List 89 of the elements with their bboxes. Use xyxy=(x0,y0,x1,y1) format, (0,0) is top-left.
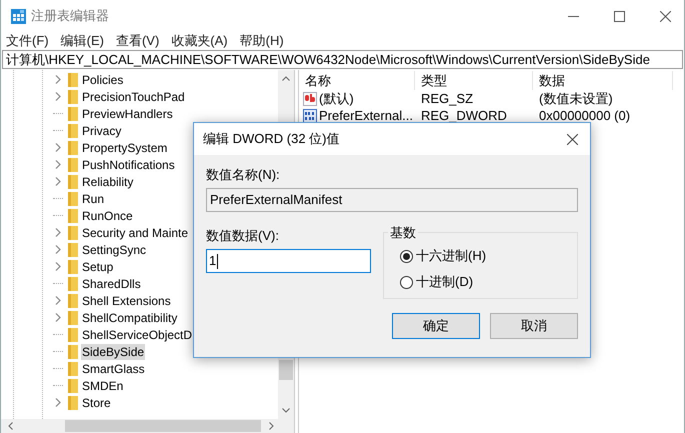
string-value-icon xyxy=(303,92,317,106)
horizontal-scrollbar[interactable] xyxy=(1,419,294,433)
tree-item[interactable]: SmartGlass xyxy=(81,360,146,376)
tree-item[interactable]: SMDEn xyxy=(81,378,124,394)
tree-item[interactable]: Run xyxy=(81,190,106,206)
binary-value-icon xyxy=(303,108,317,122)
menu-item[interactable]: 编辑(E) xyxy=(60,31,104,51)
folder-icon xyxy=(68,106,78,120)
folder-icon xyxy=(68,124,78,138)
column-header[interactable]: 数据 xyxy=(533,71,673,90)
tree-item[interactable]: RunOnce xyxy=(81,208,134,224)
scrollbar-thumb[interactable] xyxy=(279,360,293,380)
scroll-up-icon[interactable] xyxy=(282,76,290,81)
expand-chevron-icon[interactable] xyxy=(53,92,63,102)
folder-icon xyxy=(68,192,78,206)
tree-item[interactable]: SettingSync xyxy=(81,242,148,258)
folder-icon xyxy=(68,362,78,376)
folder-icon xyxy=(68,310,78,324)
folder-icon xyxy=(68,328,78,342)
column-header[interactable]: 名称 xyxy=(299,71,415,90)
dialog-button[interactable]: 确定 xyxy=(392,313,480,339)
registry-icon xyxy=(11,8,26,24)
value-name[interactable]: PreferExternal... xyxy=(319,106,413,126)
value-name[interactable]: (默认) xyxy=(319,88,354,108)
tree-item[interactable]: Privacy xyxy=(81,122,122,138)
expand-chevron-icon[interactable] xyxy=(53,74,63,84)
menu-item[interactable]: 查看(V) xyxy=(116,31,160,51)
folder-icon xyxy=(68,294,78,308)
tree-item[interactable]: PropertySystem xyxy=(81,140,168,156)
folder-icon xyxy=(68,158,78,172)
scroll-left-icon[interactable] xyxy=(8,422,13,430)
value-name-field[interactable]: PreferExternalManifest xyxy=(206,188,578,212)
tree-item[interactable]: ShellServiceObjectD xyxy=(81,326,194,342)
menu-item[interactable]: 收藏夹(A) xyxy=(171,31,228,51)
folder-icon xyxy=(68,242,78,256)
tree-item[interactable]: Security and Mainte xyxy=(81,224,190,240)
folder-icon xyxy=(68,344,78,358)
scrollbar-thumb[interactable] xyxy=(65,420,261,432)
tree-item[interactable]: PushNotifications xyxy=(81,156,176,172)
value-data-field[interactable]: 1 xyxy=(206,249,371,273)
menu-item[interactable]: 帮助(H) xyxy=(240,31,284,51)
folder-icon xyxy=(68,226,78,240)
folder-icon xyxy=(68,260,78,274)
tree-item[interactable]: Shell Extensions xyxy=(81,292,172,308)
expand-chevron-icon[interactable] xyxy=(53,244,63,254)
tree-item[interactable]: Setup xyxy=(81,258,114,274)
column-header[interactable]: 类型 xyxy=(415,71,533,90)
tree-item[interactable]: ShellCompatibility xyxy=(81,310,178,326)
field-label: 数值名称(N): xyxy=(206,166,280,184)
radio-button[interactable]: 十六进制(H) xyxy=(400,247,577,265)
expand-chevron-icon[interactable] xyxy=(53,228,63,238)
folder-icon xyxy=(68,174,78,188)
expand-chevron-icon[interactable] xyxy=(53,398,63,408)
folder-icon xyxy=(68,72,78,86)
tree-item[interactable]: Reliability xyxy=(81,174,134,190)
folder-icon xyxy=(68,208,78,222)
folder-icon xyxy=(68,378,78,392)
folder-icon xyxy=(68,90,78,104)
value-data: 0x00000000 (0) xyxy=(539,108,630,123)
tree-item[interactable]: Store xyxy=(81,394,112,410)
close-icon[interactable] xyxy=(567,134,578,144)
folder-icon xyxy=(68,140,78,154)
scroll-right-icon[interactable] xyxy=(269,422,274,430)
value-type: REG_SZ xyxy=(421,90,474,106)
tree-item[interactable]: SideBySide xyxy=(81,344,146,360)
folder-icon xyxy=(68,276,78,290)
value-type: REG_DWORD xyxy=(421,108,507,123)
dialog-button[interactable]: 取消 xyxy=(490,313,578,339)
tree-item[interactable]: PreviewHandlers xyxy=(81,106,174,122)
menu-item[interactable]: 文件(F) xyxy=(6,31,49,51)
expand-chevron-icon[interactable] xyxy=(53,312,63,322)
window-title: 注册表编辑器 xyxy=(31,7,109,26)
dialog-title: 编辑 DWORD (32 位)值 xyxy=(203,130,340,148)
field-label: 数值数据(V): xyxy=(206,227,279,245)
tree-item[interactable]: Policies xyxy=(81,72,124,88)
close-icon[interactable] xyxy=(660,10,671,22)
expand-chevron-icon[interactable] xyxy=(53,296,63,306)
tree-item[interactable]: SharedDlls xyxy=(81,276,142,292)
expand-chevron-icon[interactable] xyxy=(53,142,63,152)
expand-chevron-icon[interactable] xyxy=(53,160,63,170)
expand-chevron-icon[interactable] xyxy=(53,262,63,272)
folder-icon xyxy=(68,396,78,410)
radio-button[interactable]: 十进制(D) xyxy=(400,273,577,291)
tree-item[interactable]: PrecisionTouchPad xyxy=(81,88,186,104)
expand-chevron-icon[interactable] xyxy=(53,176,63,186)
address-bar[interactable]: 计算机\HKEY_LOCAL_MACHINE\SOFTWARE\WOW6432Node\Microsoft\Windows\CurrentVersion\SideBySide xyxy=(2,50,683,69)
scroll-down-icon[interactable] xyxy=(282,408,290,413)
value-data: (数值未设置) xyxy=(539,90,613,106)
maximize-icon[interactable] xyxy=(614,10,625,22)
